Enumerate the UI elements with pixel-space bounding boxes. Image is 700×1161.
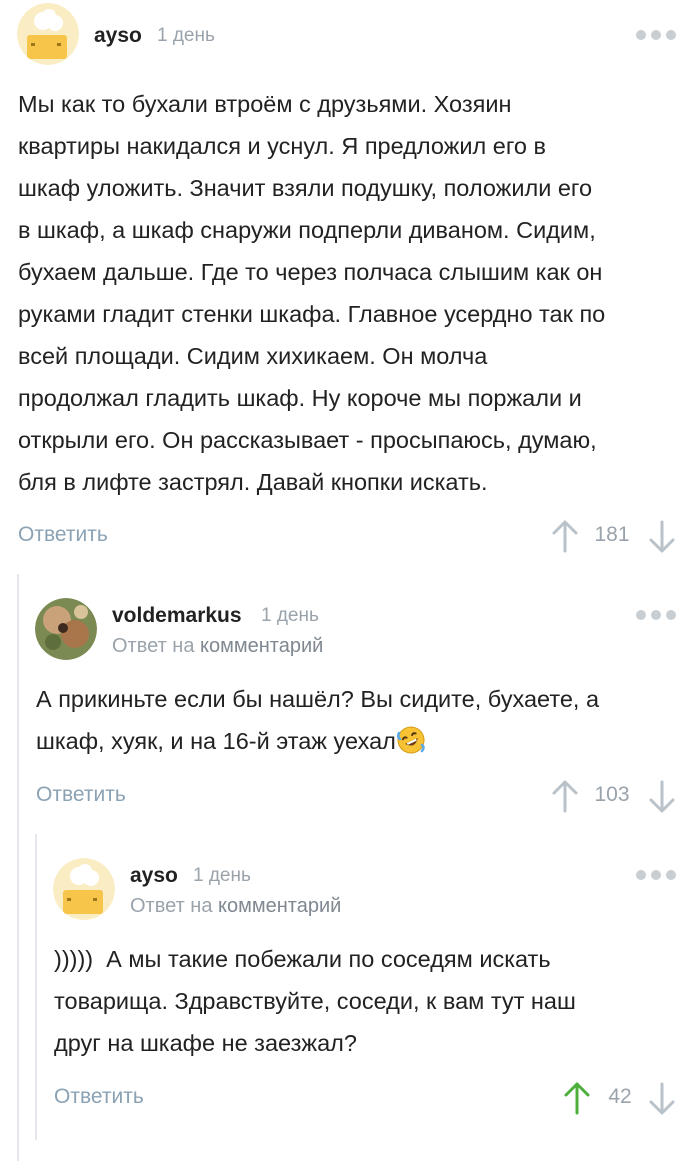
rating-count: 42 <box>608 1085 632 1108</box>
reply-to-link[interactable]: комментарий <box>218 895 341 917</box>
comment-text: ))))) А мы такие побежали по соседям иск… <box>54 946 576 1056</box>
comment: ayso 1 день Ответ на комментарий ))))) А… <box>0 0 700 1161</box>
downvote-arrow-icon[interactable] <box>647 1082 677 1116</box>
reply-button[interactable]: Ответить <box>54 1085 144 1109</box>
avatar[interactable] <box>53 858 115 920</box>
reply-to-line: Ответ на комментарий <box>130 895 342 917</box>
username[interactable]: ayso <box>130 864 178 888</box>
more-options-icon[interactable] <box>636 870 676 880</box>
upvote-arrow-icon[interactable] <box>562 1081 592 1115</box>
comment-time: 1 день <box>193 865 251 886</box>
